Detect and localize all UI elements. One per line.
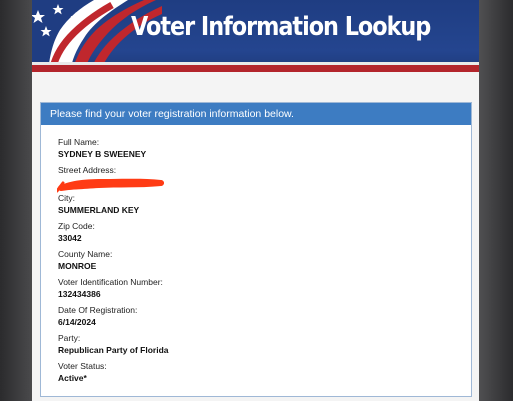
- background-left: [0, 0, 32, 401]
- banner-stripe-red: [32, 65, 479, 72]
- field-value: SUMMERLAND KEY: [58, 205, 140, 215]
- field-value: Active*: [58, 373, 87, 383]
- field-city: City: SUMMERLAND KEY: [58, 193, 169, 221]
- field-value: Republican Party of Florida: [58, 345, 169, 355]
- field-value: 6/14/2024: [58, 317, 96, 327]
- field-full-name: Full Name: SYDNEY B SWEENEY: [58, 137, 169, 165]
- field-label: Voter Identification Number:: [58, 277, 163, 287]
- field-label: Voter Status:: [58, 361, 107, 371]
- field-registration-date: Date Of Registration: 6/14/2024: [58, 305, 169, 333]
- field-label: Full Name:: [58, 137, 100, 147]
- page: Voter Information Lookup Please find you…: [32, 0, 479, 401]
- field-value: MONROE: [58, 261, 97, 271]
- redaction-scribble: [57, 178, 164, 193]
- field-label: Zip Code:: [58, 221, 95, 231]
- field-label: County Name:: [58, 249, 113, 259]
- field-label: City:: [58, 193, 75, 203]
- field-label: Date Of Registration:: [58, 305, 138, 315]
- field-voter-status: Voter Status: Active*: [58, 361, 169, 389]
- voter-info-panel: Please find your voter registration info…: [40, 102, 472, 397]
- panel-heading: Please find your voter registration info…: [41, 103, 471, 125]
- field-value: 33042: [58, 233, 82, 243]
- page-title: Voter Information Lookup: [131, 12, 431, 42]
- field-zip-code: Zip Code: 33042: [58, 221, 169, 249]
- field-voter-id: Voter Identification Number: 132434386: [58, 277, 169, 305]
- field-label: Party:: [58, 333, 81, 343]
- field-value: SYDNEY B SWEENEY: [58, 149, 147, 159]
- header-banner: Voter Information Lookup: [32, 0, 479, 72]
- field-county-name: County Name: MONROE: [58, 249, 169, 277]
- background-right: [479, 0, 513, 401]
- field-party: Party: Republican Party of Florida: [58, 333, 169, 361]
- field-value: 132434386: [58, 289, 101, 299]
